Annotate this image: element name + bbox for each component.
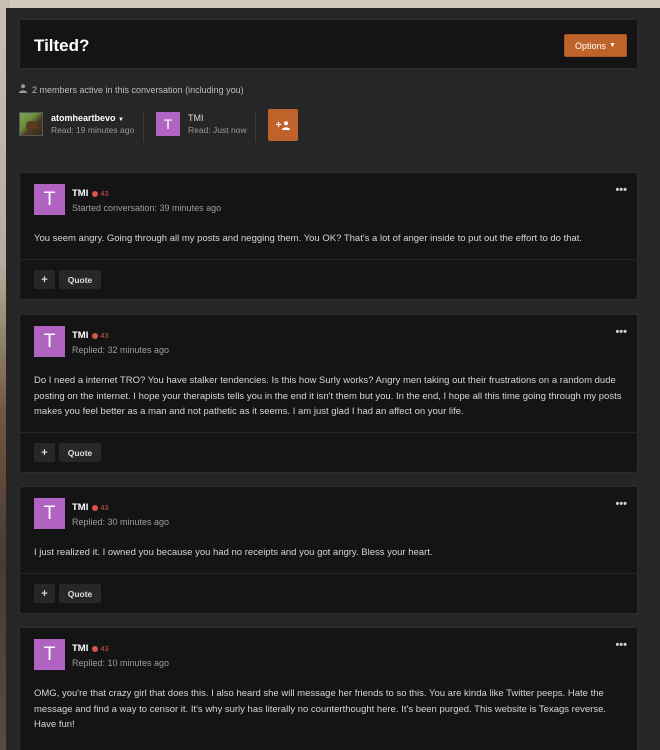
message-body: You seem angry. Going through all my pos… bbox=[34, 233, 583, 244]
user-icon bbox=[19, 84, 27, 95]
message-meta: Started conversation: 39 minutes ago bbox=[72, 203, 222, 213]
avatar[interactable]: T bbox=[34, 498, 65, 529]
message-meta: Replied: 30 minutes ago bbox=[72, 517, 170, 527]
conversation-header: Tilted? Options ▼ bbox=[19, 19, 638, 69]
message-footer: + Quote bbox=[20, 573, 637, 613]
ellipsis-icon[interactable]: ••• bbox=[615, 326, 627, 338]
participant-read-status: Read: Just now bbox=[188, 125, 247, 135]
message-header: TMI 43 bbox=[72, 188, 109, 199]
quote-button[interactable]: Quote bbox=[59, 443, 101, 462]
reputation-badge[interactable]: 43 bbox=[92, 644, 109, 653]
options-button[interactable]: Options ▼ bbox=[564, 34, 627, 57]
ellipsis-icon[interactable]: ••• bbox=[615, 498, 627, 510]
divider bbox=[255, 112, 256, 142]
quote-button[interactable]: Quote bbox=[59, 584, 101, 603]
reputation-badge[interactable]: 43 bbox=[92, 503, 109, 512]
reputation-badge[interactable]: 43 bbox=[92, 189, 109, 198]
message-body: OMG, you're that crazy girl that does th… bbox=[34, 688, 606, 730]
reputation-icon bbox=[92, 332, 99, 339]
ellipsis-icon[interactable]: ••• bbox=[615, 184, 627, 196]
plus-icon: + bbox=[275, 119, 282, 131]
message-author[interactable]: TMI bbox=[72, 502, 88, 513]
message-author[interactable]: TMI bbox=[72, 330, 88, 341]
message-header: TMI 43 bbox=[72, 330, 109, 341]
add-reaction-button[interactable]: + bbox=[34, 443, 55, 462]
message-footer: + Quote bbox=[20, 259, 637, 299]
quote-button[interactable]: Quote bbox=[59, 270, 101, 289]
message-header: TMI 43 bbox=[72, 502, 109, 513]
message-body: I just realized it. I owned you because … bbox=[34, 547, 433, 558]
message-footer: + Quote bbox=[20, 432, 637, 472]
message-author[interactable]: TMI bbox=[72, 188, 88, 199]
divider bbox=[143, 112, 144, 142]
add-reaction-button[interactable]: + bbox=[34, 584, 55, 603]
avatar[interactable]: T bbox=[34, 184, 65, 215]
avatar[interactable]: T bbox=[34, 639, 65, 670]
caret-down-icon[interactable]: ▼ bbox=[118, 117, 124, 123]
members-active-line: 2 members active in this conversation (i… bbox=[19, 84, 244, 95]
add-user-icon bbox=[282, 120, 291, 130]
participant-name[interactable]: TMI bbox=[188, 113, 247, 123]
message-meta: Replied: 10 minutes ago bbox=[72, 658, 170, 668]
message-card: T TMI 43 Started conversation: 39 minute… bbox=[19, 172, 638, 300]
caret-down-icon: ▼ bbox=[609, 42, 616, 49]
reputation-icon bbox=[92, 504, 99, 511]
reputation-icon bbox=[92, 645, 99, 652]
message-card: T TMI 43 Replied: 32 minutes ago ••• Do … bbox=[19, 314, 638, 473]
add-reaction-button[interactable]: + bbox=[34, 270, 55, 289]
reputation-value: 43 bbox=[100, 189, 109, 198]
reputation-icon bbox=[92, 190, 99, 197]
message-meta: Replied: 32 minutes ago bbox=[72, 345, 170, 355]
reputation-value: 43 bbox=[100, 644, 109, 653]
message-card: T TMI 43 Replied: 30 minutes ago ••• I j… bbox=[19, 486, 638, 614]
participant-name-text[interactable]: atomheartbevo bbox=[51, 113, 116, 123]
participant-name[interactable]: atomheartbevo ▼ bbox=[51, 113, 134, 123]
message-card: T TMI 43 Replied: 10 minutes ago ••• OMG… bbox=[19, 627, 638, 750]
avatar[interactable]: T bbox=[156, 112, 180, 136]
reputation-badge[interactable]: 43 bbox=[92, 331, 109, 340]
members-text: 2 members active in this conversation (i… bbox=[32, 84, 244, 95]
message-body: Do I need a internet TRO? You have stalk… bbox=[34, 375, 622, 417]
participant-atomheartbevo[interactable]: atomheartbevo ▼ Read: 19 minutes ago bbox=[19, 112, 134, 136]
message-header: TMI 43 bbox=[72, 643, 109, 654]
participants-list: atomheartbevo ▼ Read: 19 minutes ago T T… bbox=[19, 109, 639, 144]
message-author[interactable]: TMI bbox=[72, 643, 88, 654]
reputation-value: 43 bbox=[100, 331, 109, 340]
options-label: Options bbox=[575, 40, 607, 51]
ellipsis-icon[interactable]: ••• bbox=[615, 639, 627, 651]
avatar[interactable] bbox=[19, 112, 43, 136]
conversation-container: Tilted? Options ▼ 2 members active in th… bbox=[6, 8, 660, 750]
conversation-title: Tilted? bbox=[34, 36, 90, 55]
invite-members-button[interactable]: + bbox=[268, 109, 298, 141]
reputation-value: 43 bbox=[100, 503, 109, 512]
participant-read-status: Read: 19 minutes ago bbox=[51, 125, 135, 135]
participant-tmi[interactable]: T TMI Read: Just now bbox=[156, 112, 247, 136]
avatar[interactable]: T bbox=[34, 326, 65, 357]
